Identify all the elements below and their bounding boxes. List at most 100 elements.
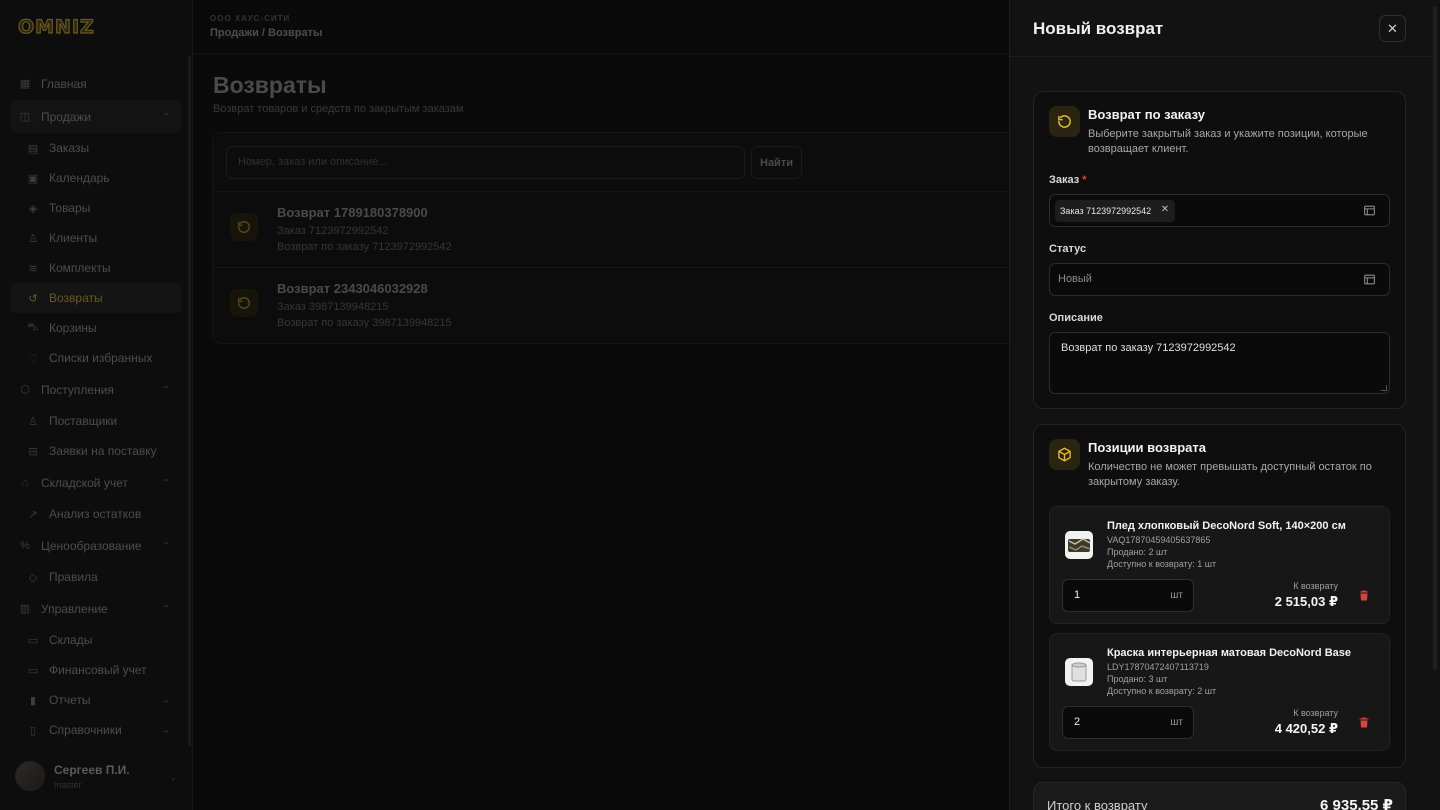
search-input[interactable]: Номер, заказ или описание... (226, 146, 745, 179)
sidebar-item[interactable]: ♡ Списки избранных (10, 343, 182, 373)
sidebar-item[interactable]: % Ценообразование ⌃ (10, 529, 182, 562)
order-panel: Возврат по заказу Выберите закрытый зака… (1033, 91, 1406, 409)
breadcrumb[interactable]: Продажи / Возвраты (210, 27, 322, 39)
warehouse-icon: ⌂ (21, 476, 29, 489)
rotate-ccw-icon: ↺ (28, 292, 38, 305)
return-order: Заказ 3987139948215 (277, 301, 389, 313)
returns-list: Номер, заказ или описание... Найти Возвр… (212, 132, 1042, 344)
sidebar-item[interactable]: ◈ Товары (10, 193, 182, 223)
sidebar-item[interactable]: ▣ Календарь (10, 163, 182, 193)
grid-icon: ▦ (19, 78, 31, 90)
sidebar-item[interactable]: ⬡ Поступления ⌃ (10, 373, 182, 406)
description-label: Описание (1049, 312, 1103, 324)
user-icon: ♙ (28, 232, 38, 245)
sidebar-item[interactable]: ≋ Комплекты (10, 253, 182, 283)
return-amount: 4 420,52 ₽ (1274, 721, 1338, 736)
return-item: Краска интерьерная матовая DecoNord Base… (1049, 633, 1390, 751)
list-select-icon[interactable] (1363, 273, 1376, 286)
return-order: Заказ 7123972992542 (277, 225, 389, 237)
description-textarea[interactable]: Возврат по заказу 7123972992542 (1049, 332, 1390, 394)
status-select[interactable]: Новый (1049, 263, 1390, 296)
user-role: master (54, 779, 82, 790)
omniz-logo[interactable]: OMNIZ (17, 15, 95, 38)
user-menu[interactable]: Сергеев П.И. master ⌄ (15, 760, 185, 792)
chevron-up-icon[interactable]: ⌃ (162, 603, 170, 614)
chevron-down-icon[interactable]: ⌄ (162, 695, 170, 706)
sidebar-item-label: Главная (41, 76, 87, 91)
list-item[interactable]: Возврат 1789180378900 Заказ 712397299254… (213, 191, 1041, 267)
sidebar-item-label: Справочники (49, 723, 122, 737)
total-summary: Итого к возврату 6 935,55 ₽ (1033, 782, 1406, 810)
package-icon (1049, 439, 1080, 470)
sidebar-item-label: Комплекты (49, 261, 111, 275)
chevron-up-icon[interactable]: ⌃ (162, 540, 170, 551)
item-available: Доступно к возврату: 1 шт (1107, 559, 1217, 569)
product-thumbnail (1065, 658, 1093, 686)
sidebar-scrollbar[interactable] (188, 56, 191, 746)
box-icon: ◈ (28, 202, 38, 215)
chevron-up-icon[interactable]: ⌃ (162, 477, 170, 488)
quantity-input[interactable]: 1 шт (1062, 579, 1194, 612)
close-button[interactable]: ✕ (1379, 15, 1406, 42)
sidebar-item[interactable]: ♙ Поставщики (10, 406, 182, 436)
new-return-drawer: Новый возврат ✕ Возврат по заказу Выбери… (1009, 0, 1440, 810)
sidebar-item[interactable]: ▯ Справочники ⌄ (10, 715, 182, 745)
trash-icon[interactable] (1358, 589, 1370, 602)
order-chip-label: Заказ 7123972992542 (1060, 206, 1152, 216)
sidebar-item-label: Склады (49, 633, 93, 647)
item-sku: VAQ17870459405637865 (1107, 535, 1211, 545)
sidebar-item[interactable]: ♙ Клиенты (10, 223, 182, 253)
sidebar-item[interactable]: ▭ Склады (10, 625, 182, 655)
drawer-title: Новый возврат (1033, 19, 1164, 38)
item-available: Доступно к возврату: 2 шт (1107, 686, 1217, 696)
sidebar-item[interactable]: ⌂ Складской учет ⌃ (10, 466, 182, 499)
list-item[interactable]: Возврат 2343046032928 Заказ 398713994821… (213, 267, 1041, 343)
sidebar-item[interactable]: ↗ Анализ остатков (10, 499, 182, 529)
sidebar-item[interactable]: ▤ Заказы (10, 133, 182, 163)
chevron-down-icon[interactable]: ⌄ (162, 725, 170, 736)
chevron-up-icon[interactable]: ⌃ (162, 384, 170, 395)
sidebar-item-label: Отчеты (49, 693, 91, 707)
sidebar-item[interactable]: ▦ Главная (10, 67, 182, 100)
settings-panel-icon: ▥ (19, 603, 31, 615)
sidebar-item-label: Заявки на поставку (49, 444, 157, 458)
order-label: Заказ * (1049, 174, 1087, 186)
sidebar-item[interactable]: ◇ Правила (10, 562, 182, 592)
order-label-text: Заказ (1049, 174, 1080, 186)
calendar-icon: ▣ (27, 172, 39, 185)
total-label: Итого к возврату (1047, 798, 1148, 810)
rotate-ccw-icon (1049, 106, 1080, 137)
order-select[interactable]: Заказ 7123972992542 ✕ (1049, 194, 1390, 227)
sidebar: OMNIZ ▦ Главная ◫ Продажи ⌃ ▤ Заказы ▣ Календарь… (0, 0, 193, 810)
shopping-bag-icon: ◫ (19, 111, 31, 123)
item-sold: Продано: 2 шт (1107, 547, 1168, 557)
item-sold: Продано: 3 шт (1107, 674, 1168, 684)
sidebar-item[interactable]: ⊟ Заявки на поставку (10, 436, 182, 466)
quantity-input[interactable]: 2 шт (1062, 706, 1194, 739)
rotate-ccw-icon (230, 213, 258, 241)
sidebar-item[interactable]: ↺ Возвраты (10, 283, 182, 313)
sidebar-item-label: Правила (49, 570, 98, 584)
product-thumbnail (1065, 531, 1093, 559)
find-button[interactable]: Найти (751, 146, 802, 179)
cart-icon: ⛍ (27, 321, 39, 333)
total-value: 6 935,55 ₽ (1320, 797, 1393, 810)
sidebar-item[interactable]: ▭ Финансовый учет (10, 655, 182, 685)
sidebar-item[interactable]: ◫ Продажи ⌃ (10, 100, 182, 133)
resize-handle[interactable] (1381, 385, 1387, 391)
drawer-scrollbar[interactable] (1433, 6, 1437, 670)
trash-icon[interactable] (1358, 716, 1370, 729)
sidebar-item[interactable]: ▥ Управление ⌃ (10, 592, 182, 625)
remove-chip-icon[interactable]: ✕ (1161, 204, 1169, 215)
item-sku: LDY17870472407113719 (1107, 662, 1209, 672)
status-label: Статус (1049, 243, 1087, 255)
sidebar-item[interactable]: ▮ Отчеты ⌄ (10, 685, 182, 715)
list-select-icon[interactable] (1363, 204, 1376, 217)
quantity-unit: шт (1170, 590, 1183, 601)
return-description: Возврат по заказу 3987139948215 (277, 317, 452, 329)
quantity-unit: шт (1170, 717, 1183, 728)
sidebar-item[interactable]: ⛍ Корзины (10, 313, 182, 343)
return-amount-label: К возврату (1293, 708, 1338, 718)
return-description: Возврат по заказу 7123972992542 (277, 241, 452, 253)
chevron-up-icon[interactable]: ⌃ (162, 111, 170, 122)
